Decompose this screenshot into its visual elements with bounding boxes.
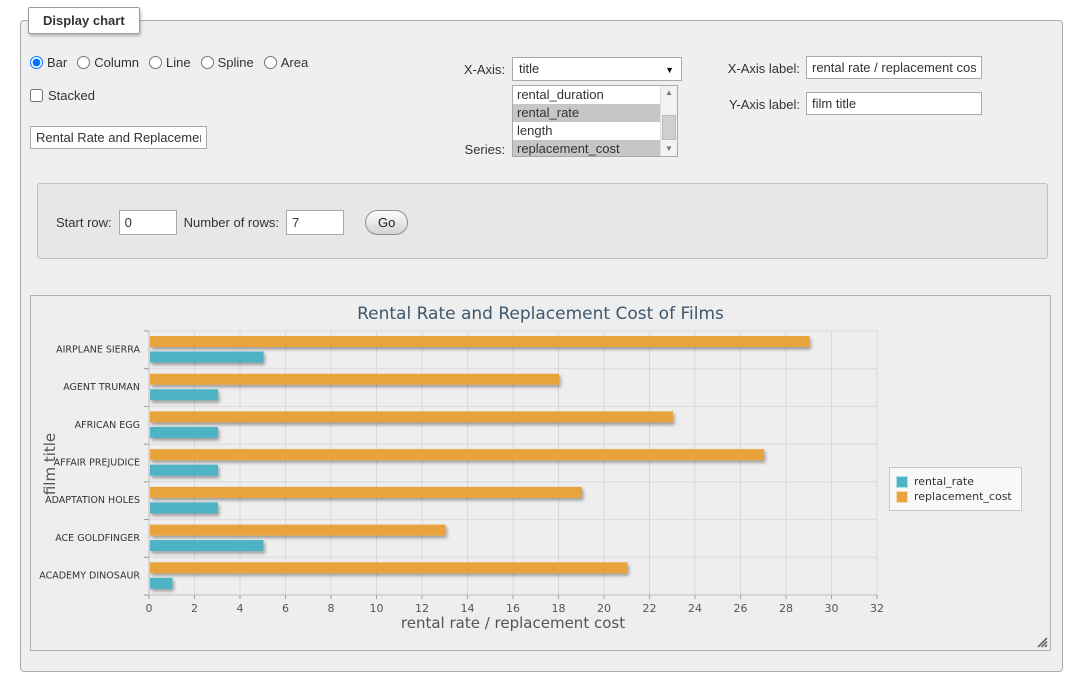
go-button[interactable]: Go <box>365 210 408 235</box>
x-axis-label-input[interactable] <box>806 56 982 79</box>
chart-type-radio-line[interactable] <box>149 56 162 69</box>
chart-container: Rental Rate and Replacement Cost of Film… <box>30 295 1051 651</box>
series-option-rental_rate[interactable]: rental_rate <box>513 104 660 122</box>
resize-handle-icon[interactable] <box>1036 636 1048 648</box>
chart-type-option-column[interactable]: Column <box>77 55 139 70</box>
x-axis-select[interactable]: title ▼ <box>512 57 682 81</box>
svg-text:AFRICAN EGG: AFRICAN EGG <box>75 420 140 431</box>
series-options: rental_durationrental_ratelengthreplacem… <box>513 86 660 157</box>
num-rows-input[interactable] <box>286 210 344 235</box>
series-label: Series: <box>440 142 505 157</box>
series-option-length[interactable]: length <box>513 122 660 140</box>
chart-type-radio-bar[interactable] <box>30 56 43 69</box>
legend-swatch-icon <box>896 476 908 488</box>
legend-label: replacement_cost <box>914 490 1012 503</box>
chevron-down-icon: ▼ <box>665 58 674 82</box>
svg-text:ACE GOLDFINGER: ACE GOLDFINGER <box>55 533 140 544</box>
legend-item-replacement_cost[interactable]: replacement_cost <box>896 490 1012 503</box>
svg-text:AFFAIR PREJUDICE: AFFAIR PREJUDICE <box>54 458 140 469</box>
legend-label: rental_rate <box>914 475 974 488</box>
x-axis-select-value: title <box>519 61 539 76</box>
chart-type-option-line[interactable]: Line <box>149 55 191 70</box>
row-controls-panel: Start row: Number of rows: Go <box>37 183 1048 259</box>
chart-type-radio-area[interactable] <box>264 56 277 69</box>
svg-text:ADAPTATION HOLES: ADAPTATION HOLES <box>45 495 140 506</box>
chart-y-axis-title: film title <box>41 414 57 514</box>
chart-type-radio-column[interactable] <box>77 56 90 69</box>
chart-type-option-spline[interactable]: Spline <box>201 55 254 70</box>
legend-swatch-icon <box>896 491 908 503</box>
scroll-down-icon[interactable]: ▼ <box>661 142 677 156</box>
series-listbox[interactable]: rental_durationrental_ratelengthreplacem… <box>512 85 678 157</box>
x-axis-label-label: X-Axis label: <box>710 61 800 76</box>
svg-text:AIRPLANE SIERRA: AIRPLANE SIERRA <box>56 344 140 355</box>
stacked-row: Stacked <box>30 88 95 103</box>
series-option-rental_duration[interactable]: rental_duration <box>513 86 660 104</box>
scrollbar-thumb[interactable] <box>662 115 676 140</box>
num-rows-label: Number of rows: <box>184 215 279 230</box>
start-row-input[interactable] <box>119 210 177 235</box>
chart-x-axis-title: rental rate / replacement cost <box>149 614 877 632</box>
y-axis-label-label: Y-Axis label: <box>710 97 800 112</box>
x-axis-select-label: X-Axis: <box>440 62 505 77</box>
app-screen: Display chart Bar Column Line Spline Are… <box>0 0 1081 681</box>
fieldset-legend: Display chart <box>28 7 140 34</box>
svg-text:ACADEMY DINOSAUR: ACADEMY DINOSAUR <box>39 571 140 582</box>
svg-text:AGENT TRUMAN: AGENT TRUMAN <box>63 382 140 393</box>
legend-item-rental_rate[interactable]: rental_rate <box>896 475 1012 488</box>
stacked-checkbox[interactable] <box>30 89 43 102</box>
series-scrollbar[interactable]: ▲ ▼ <box>660 86 677 156</box>
chart-type-radio-group: Bar Column Line Spline Area <box>30 55 308 70</box>
chart-type-radio-spline[interactable] <box>201 56 214 69</box>
chart-type-option-area[interactable]: Area <box>264 55 308 70</box>
scroll-up-icon[interactable]: ▲ <box>661 86 677 100</box>
y-axis-label-input[interactable] <box>806 92 982 115</box>
chart-legend: rental_rate replacement_cost <box>889 467 1022 511</box>
row-controls-row: Start row: Number of rows: Go <box>56 210 408 235</box>
start-row-label: Start row: <box>56 215 112 230</box>
chart-title-input[interactable] <box>30 126 207 149</box>
chart-type-option-bar[interactable]: Bar <box>30 55 67 70</box>
series-option-replacement_cost[interactable]: replacement_cost <box>513 140 660 157</box>
stacked-label: Stacked <box>48 88 95 103</box>
